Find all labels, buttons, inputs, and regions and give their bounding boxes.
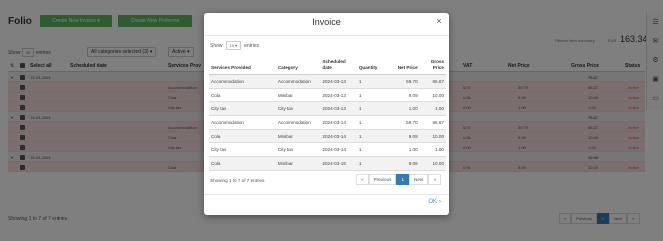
- cell-gross: 1.00: [419, 101, 446, 117]
- cell-date: 2024-03-14: [320, 115, 357, 130]
- cell-category: Minibar: [275, 156, 321, 171]
- cell-net: 9.09: [393, 129, 420, 144]
- cell-category: Minibar: [275, 129, 321, 144]
- cell-net: 59.70: [393, 74, 420, 89]
- cell-quantity: 1: [356, 115, 394, 130]
- table-row: Cola Minibar 2024-03-15 1 9.09 10.00: [209, 156, 446, 171]
- cell-category: Accommodation: [275, 115, 321, 130]
- cell-quantity: 1: [356, 129, 394, 144]
- cell-net: 9.09: [393, 156, 420, 171]
- table-row: Cola Minibar 2024-03-13 1 9.09 10.00: [209, 88, 446, 103]
- cell-service: Cola: [209, 129, 276, 144]
- cell-service: Accommodation: [209, 74, 276, 89]
- modal-divider: [204, 35, 449, 36]
- cell-date: 2024-03-13: [320, 88, 357, 103]
- cell-gross: 1.00: [419, 142, 446, 158]
- modal-entries-select[interactable]: 10 ▾: [225, 41, 242, 50]
- cell-service: City tax: [209, 101, 276, 117]
- cell-date: 2024-03-13: [320, 74, 357, 89]
- modal-next-button[interactable]: Next: [409, 174, 429, 185]
- table-row: Accommodation Accommodation 2024-03-13 1…: [209, 74, 446, 89]
- cell-service: City tax: [209, 142, 276, 158]
- col-quantity[interactable]: Quantity: [356, 57, 394, 75]
- cell-gross: 65.67: [419, 115, 446, 130]
- cell-gross: 65.67: [419, 74, 446, 89]
- cell-category: Accommodation: [275, 74, 321, 89]
- modal-page-1-button[interactable]: 1: [396, 174, 409, 185]
- modal-previous-button[interactable]: Previous: [368, 174, 397, 185]
- cell-gross: 10.00: [419, 88, 446, 103]
- cell-service: Accommodation: [209, 115, 276, 130]
- col-gross-price[interactable]: Gross Price: [419, 57, 446, 75]
- cell-net: 1.00: [393, 142, 420, 158]
- modal-last-page-button[interactable]: »: [428, 174, 442, 185]
- cell-net: 1.00: [393, 101, 420, 117]
- cell-date: 2024-03-15: [320, 156, 357, 171]
- cell-gross: 10.00: [419, 129, 446, 144]
- col-net-price[interactable]: Net Price: [393, 57, 420, 75]
- modal-footer-divider: [204, 194, 449, 195]
- col-scheduled-date[interactable]: Scheduled date: [320, 57, 357, 75]
- modal-show-suffix: entries: [244, 42, 260, 49]
- cell-quantity: 1: [356, 156, 394, 171]
- cell-date: 2024-03-14: [320, 142, 357, 158]
- chevron-right-icon: ›: [439, 199, 441, 205]
- cell-date: 2024-03-13: [320, 101, 357, 117]
- cell-category: City tax: [275, 101, 321, 117]
- cell-date: 2024-03-14: [320, 129, 357, 144]
- close-icon[interactable]: ×: [435, 17, 443, 26]
- modal-show-entries: Show 10 ▾ entries: [210, 41, 259, 50]
- table-row: Accommodation Accommodation 2024-03-14 1…: [209, 115, 446, 130]
- table-row: Cola Minibar 2024-03-14 1 9.09 10.00: [209, 129, 446, 144]
- cell-quantity: 1: [356, 74, 394, 89]
- cell-quantity: 1: [356, 142, 394, 158]
- cell-quantity: 1: [356, 88, 394, 103]
- invoice-table: Services Provided Category Scheduled dat…: [209, 57, 446, 171]
- ok-button[interactable]: OK ›: [428, 199, 441, 205]
- cell-gross: 10.00: [419, 156, 446, 171]
- cell-quantity: 1: [356, 101, 394, 117]
- table-row: City tax City tax 2024-03-14 1 1.00 1.00: [209, 142, 446, 158]
- cell-service: Cola: [209, 156, 276, 171]
- modal-table-info: Showing 1 to 7 of 7 entries: [210, 178, 265, 183]
- modal-first-page-button[interactable]: «: [356, 174, 369, 185]
- cell-net: 59.70: [393, 115, 420, 130]
- col-services-provided[interactable]: Services Provided: [209, 57, 276, 75]
- invoice-modal: Invoice × Show 10 ▾ entries Services Pro…: [204, 13, 449, 215]
- modal-pagination: « Previous 1 Next »: [356, 174, 442, 185]
- modal-show-prefix: Show: [210, 42, 223, 49]
- col-category[interactable]: Category: [275, 57, 321, 75]
- modal-title: Invoice: [312, 17, 341, 27]
- cell-category: City tax: [275, 142, 321, 158]
- ok-label: OK: [428, 199, 437, 205]
- cell-category: Minibar: [275, 88, 321, 103]
- cell-service: Cola: [209, 88, 276, 103]
- invoice-table-header: Services Provided Category Scheduled dat…: [209, 57, 446, 75]
- table-row: City tax City tax 2024-03-13 1 1.00 1.00: [209, 101, 446, 117]
- cell-net: 9.09: [393, 88, 420, 103]
